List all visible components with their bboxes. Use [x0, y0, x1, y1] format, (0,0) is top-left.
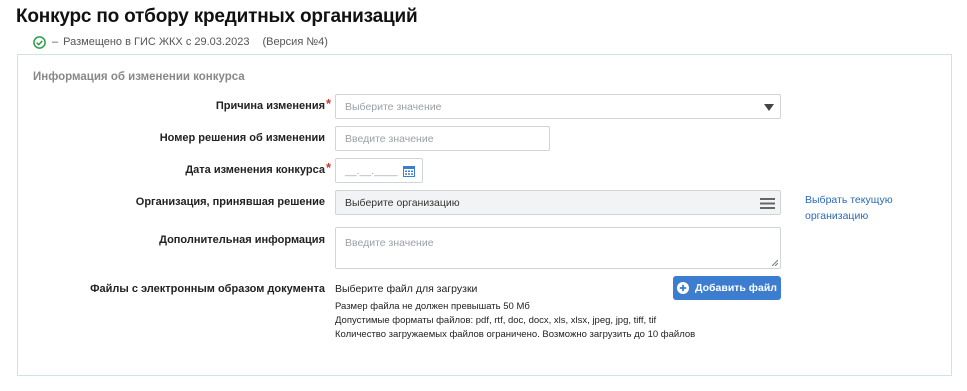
file-count-note: Количество загружаемых файлов ограничено…: [335, 329, 696, 340]
publication-status: – Размещено в ГИС ЖКХ с 29.03.2023 (Верс…: [33, 35, 328, 49]
select-current-organization-link[interactable]: Выбрать текущую организацию: [805, 192, 915, 224]
files-label: Файлы с электронным образом документа: [90, 283, 325, 295]
reason-select[interactable]: Выберите значение: [335, 94, 781, 119]
organization-label: Организация, принявшая решение: [135, 196, 325, 208]
page-title: Конкурс по отбору кредитных организаций: [16, 6, 418, 27]
status-text: Размещено в ГИС ЖКХ с 29.03.2023: [63, 36, 250, 48]
check-circle-icon: [33, 35, 46, 49]
plus-circle-icon: [677, 282, 690, 294]
change-date-label: Дата изменения конкурса *: [185, 160, 331, 176]
list-icon[interactable]: [760, 198, 775, 209]
file-formats-note: Допустимые форматы файлов: pdf, rtf, doc…: [335, 315, 657, 326]
decision-number-input[interactable]: Введите значение: [335, 126, 550, 151]
section-title: Информация об изменении конкурса: [33, 71, 245, 83]
file-size-note: Размер файла не должен превышать 50 Мб: [335, 301, 530, 312]
calendar-icon[interactable]: [403, 165, 415, 177]
organization-value: Выберите организацию: [345, 196, 460, 209]
add-file-button-label: Добавить файл: [695, 282, 777, 294]
reason-label-text: Причина изменения: [215, 100, 325, 112]
decision-number-placeholder: Введите значение: [345, 132, 434, 145]
change-date-label-text: Дата изменения конкурса: [185, 164, 325, 176]
required-mark: *: [325, 160, 331, 175]
reason-label: Причина изменения *: [215, 96, 331, 112]
organization-picker[interactable]: Выберите организацию: [335, 190, 781, 215]
add-file-button[interactable]: Добавить файл: [673, 276, 781, 300]
decision-number-label: Номер решения об изменении: [159, 132, 325, 144]
reason-placeholder: Выберите значение: [345, 100, 442, 113]
chevron-down-icon: [764, 104, 774, 111]
status-separator: –: [52, 36, 59, 48]
change-date-placeholder: __.__.____: [345, 164, 398, 177]
additional-info-label: Дополнительная информация: [159, 234, 325, 246]
additional-info-placeholder: Введите значение: [345, 237, 434, 249]
required-mark: *: [325, 96, 331, 111]
additional-info-textarea[interactable]: Введите значение: [335, 227, 781, 269]
resize-handle-icon[interactable]: [771, 259, 778, 266]
version-label: (Версия №4): [262, 36, 328, 48]
file-choose-text: Выберите файл для загрузки: [335, 283, 478, 295]
change-date-input[interactable]: __.__.____: [335, 158, 423, 183]
